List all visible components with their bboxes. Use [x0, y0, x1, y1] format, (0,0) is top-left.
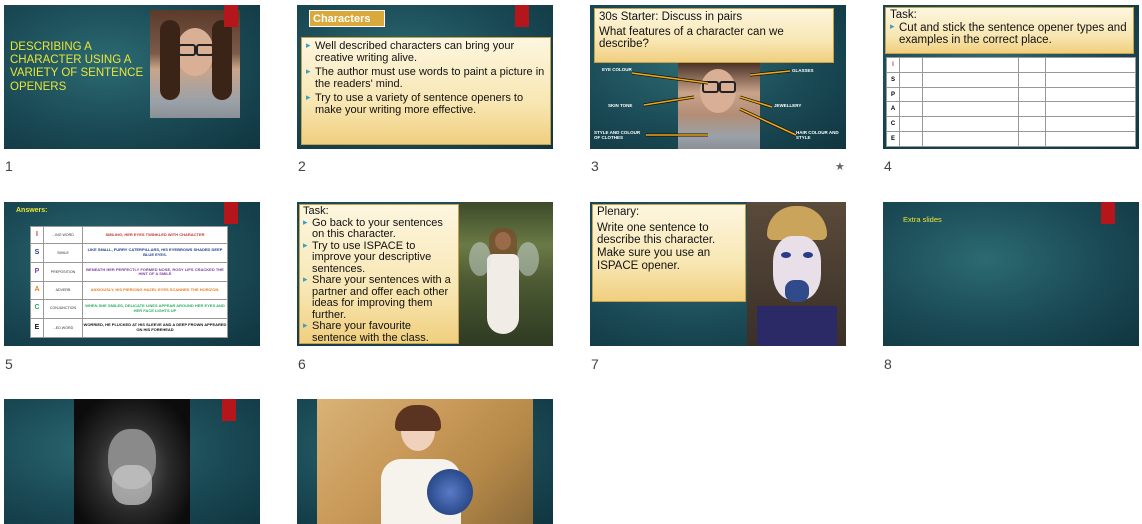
- red-accent-bar: [1101, 202, 1115, 224]
- answers-letter-cell: P: [30, 262, 44, 283]
- answers-example-cell: WHEN SHE SMILES, DELICATE LINES APPEAR A…: [82, 298, 228, 319]
- plenary-text: Write one sentence to describe this char…: [597, 221, 716, 272]
- slide-number: 4: [884, 158, 892, 174]
- bride-with-flowers-photo: [317, 399, 533, 524]
- task-heading: Task:: [890, 9, 917, 21]
- label-glasses: GLASSES: [792, 68, 814, 73]
- letter-cell: P: [886, 86, 900, 103]
- answers-type-cell: ...ING WORD: [43, 225, 83, 245]
- bullet-box: Well described characters can bring your…: [301, 37, 551, 145]
- answers-table: I ...ING WORD SMILING, HER EYES TWINKLED W…: [30, 225, 228, 339]
- arrows-diagram: [631, 69, 797, 137]
- old-man-photo: [74, 399, 190, 524]
- task-box: Task: Cut and stick the sentence opener …: [885, 7, 1134, 54]
- answers-example-cell: WORRIED, HE PLUCKED AT HIS SLEEVE AND A …: [82, 317, 228, 339]
- letter-cell: S: [886, 71, 900, 88]
- slide-number: 7: [591, 356, 599, 372]
- answers-example-cell: ANXIOUSLY, HIS PIERCING HAZEL EYES SCANN…: [82, 281, 228, 300]
- slide-number: 6: [298, 356, 306, 372]
- slide-thumbnail-6[interactable]: Task: Go back to your sentences on this …: [297, 202, 553, 346]
- ispace-blank-table: I S P A C E: [886, 57, 1136, 147]
- answers-example-cell: LIKE SMALL, FURRY CATERPILLARS, HIS EYEB…: [82, 243, 228, 264]
- answers-type-cell: ADVERB: [43, 281, 83, 300]
- slide-thumbnail-2[interactable]: Characters Well described characters can…: [297, 5, 553, 149]
- answers-row: S SIMILE LIKE SMALL, FURRY CATERPILLARS, H…: [30, 243, 228, 264]
- animation-star-icon[interactable]: ★: [835, 160, 845, 173]
- red-accent-bar: [224, 202, 238, 224]
- answers-heading: Answers:: [16, 207, 48, 214]
- answers-example-cell: SMILING, HER EYES TWINKLED WITH CHARACTE…: [82, 225, 228, 245]
- slide-number: 2: [298, 158, 306, 174]
- slide-thumbnail-9[interactable]: [4, 399, 260, 524]
- letter-cell: E: [886, 131, 900, 147]
- painted-face-man-photo: [747, 202, 846, 346]
- bullet-item: The author must use words to paint a pic…: [306, 66, 546, 90]
- plenary-box: Plenary: Write one sentence to describe …: [592, 204, 746, 302]
- bullet-item: Share your sentences with a partner and …: [303, 274, 455, 321]
- plenary-heading: Plenary:: [597, 206, 640, 218]
- red-accent-bar: [224, 5, 238, 27]
- label-skin-tone: SKIN TONE: [608, 103, 633, 108]
- slide-number: 5: [5, 356, 13, 372]
- answers-letter-cell: S: [30, 243, 44, 264]
- slide-number: 1: [5, 158, 13, 174]
- answers-row: A ADVERB ANXIOUSLY, HIS PIERCING HAZEL EYE…: [30, 281, 228, 300]
- bullet-item: Cut and stick the sentence opener types …: [890, 22, 1129, 46]
- red-accent-bar: [515, 5, 529, 27]
- answers-letter-cell: C: [30, 298, 44, 319]
- bullet-item: Try to use a variety of sentence openers…: [306, 92, 546, 116]
- answers-letter-cell: I: [30, 225, 44, 245]
- slide-thumbnail-7[interactable]: Plenary: Write one sentence to describe …: [590, 202, 846, 346]
- fairy-girl-photo: [459, 202, 553, 346]
- answers-type-cell: SIMILE: [43, 243, 83, 264]
- label-style-clothes: STYLE AND COLOUR OF CLOTHES: [594, 130, 641, 140]
- slide-thumbnail-10[interactable]: [297, 399, 553, 524]
- answers-row: P PREPOSITION BENEATH HER PERFECTLY FORMED…: [30, 262, 228, 283]
- task-box: Task: Go back to your sentences on this …: [299, 204, 459, 344]
- slide-thumbnail-4[interactable]: Task: Cut and stick the sentence opener …: [883, 5, 1139, 149]
- answers-row: E ...ED WORD WORRIED, HE PLUCKED AT HIS SL…: [30, 317, 228, 339]
- answers-example-cell: BENEATH HER PERFECTLY FORMED NOSE, ROSY …: [82, 262, 228, 283]
- label-eye-colour: EYE COLOUR: [602, 67, 632, 72]
- slide-thumbnail-8[interactable]: Extra slides: [883, 202, 1139, 346]
- slide-thumbnail-5[interactable]: Answers: I ...ING WORD SMILING, HER EYES T…: [4, 202, 260, 346]
- slide-thumbnail-1[interactable]: DESCRIBING A CHARACTER USING A VARIETY O…: [4, 5, 260, 149]
- bullet-item: Share your favourite sentence with the c…: [303, 321, 455, 344]
- label-jewellery: JEWELLERY: [774, 103, 802, 108]
- slide-title: Extra slides: [903, 215, 942, 224]
- answers-row: I ...ING WORD SMILING, HER EYES TWINKLED W…: [30, 225, 228, 245]
- red-accent-bar: [222, 399, 236, 421]
- slide-number: 8: [884, 356, 892, 372]
- slide-number: 3: [591, 158, 599, 174]
- letter-cell: I: [886, 57, 900, 73]
- slide-title: DESCRIBING A CHARACTER USING A VARIETY O…: [10, 41, 144, 93]
- letter-cell: C: [886, 116, 900, 133]
- answers-row: C CONJUNCTION WHEN SHE SMILES, DELICATE LI…: [30, 298, 228, 319]
- label-hair-colour: HAIR COLOUR AND STYLE: [796, 130, 839, 140]
- letter-cell: A: [886, 101, 900, 118]
- answers-letter-cell: A: [30, 281, 44, 300]
- answers-type-cell: ...ED WORD: [43, 317, 83, 339]
- bullet-item: Try to use ISPACE to improve your descri…: [303, 240, 455, 276]
- answers-letter-cell: E: [30, 317, 44, 339]
- task-heading: Task:: [303, 205, 329, 217]
- slide-thumbnail-3[interactable]: 30s Starter: Discuss in pairs What featu…: [590, 5, 846, 149]
- bullet-item: Go back to your sentences on this charac…: [303, 217, 455, 241]
- slide-heading: Characters: [309, 10, 385, 27]
- answers-type-cell: CONJUNCTION: [43, 298, 83, 319]
- answers-type-cell: PREPOSITION: [43, 262, 83, 283]
- bullet-item: Well described characters can bring your…: [306, 40, 546, 64]
